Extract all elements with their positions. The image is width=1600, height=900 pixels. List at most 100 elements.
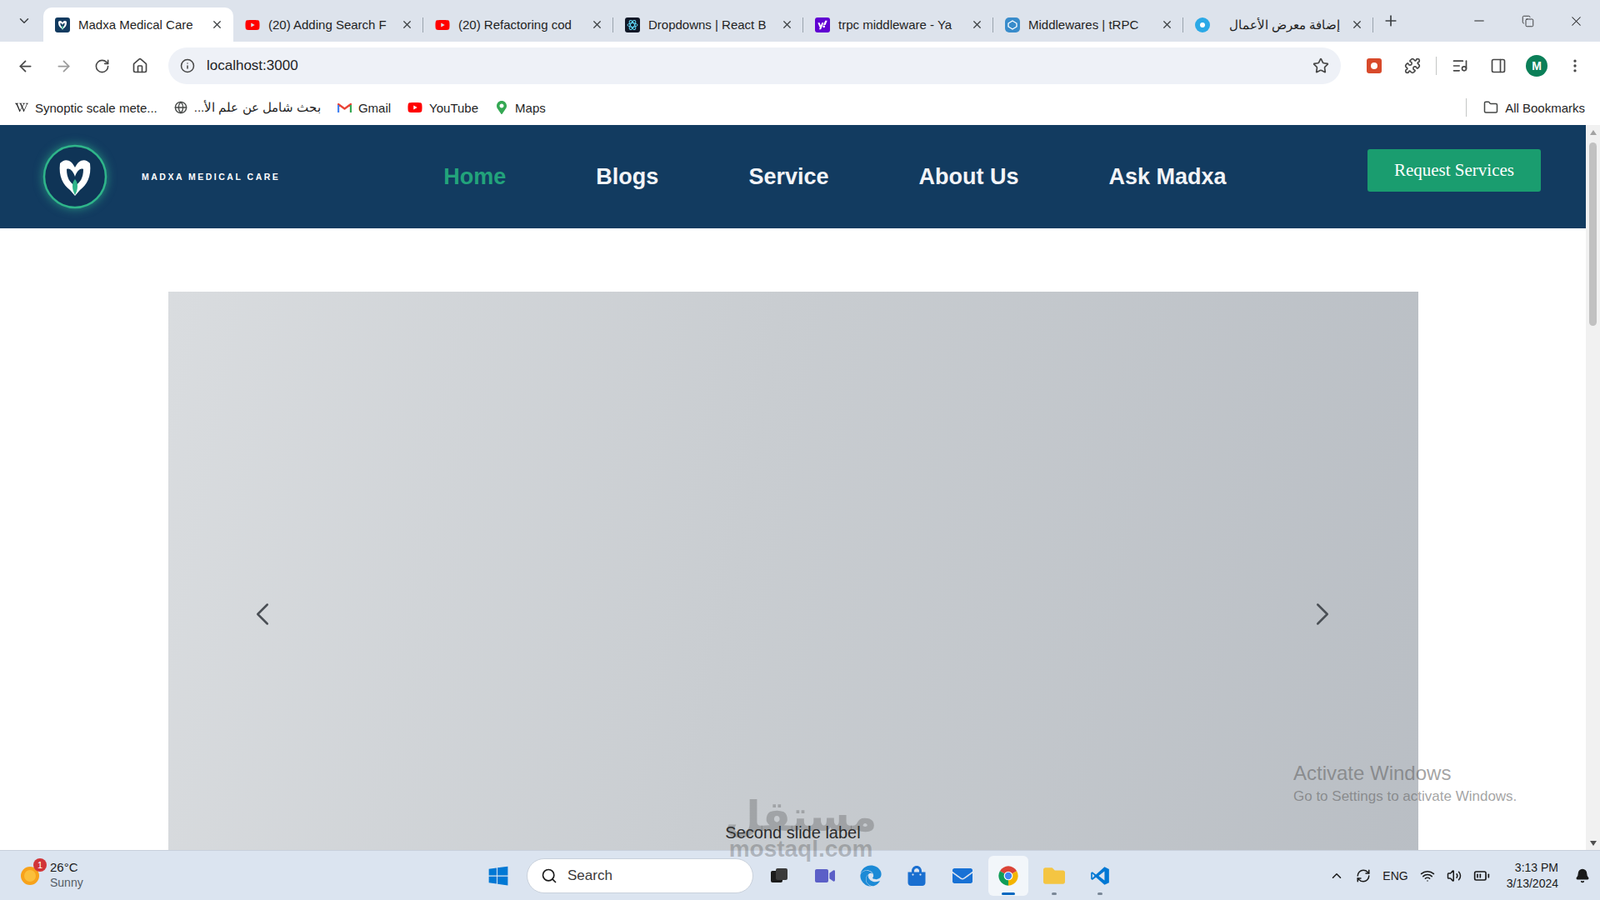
browser-tab[interactable]: (20) Adding Search F bbox=[233, 7, 424, 42]
triangle-down-icon bbox=[1590, 840, 1597, 846]
menu-button[interactable] bbox=[1558, 49, 1592, 83]
show-hidden-icons-icon[interactable] bbox=[1329, 868, 1345, 884]
reload-button[interactable] bbox=[85, 49, 119, 83]
clock[interactable]: 3:13 PM3/13/2024 bbox=[1501, 860, 1564, 892]
taskbar-app[interactable] bbox=[850, 855, 891, 896]
start-button[interactable] bbox=[480, 857, 517, 895]
nav-link[interactable]: Service bbox=[748, 164, 829, 190]
page-viewport: MADXA MEDICAL CARE Home Blogs Service About … bbox=[0, 125, 1600, 850]
page-content: MADXA MEDICAL CARE Home Blogs Service About … bbox=[0, 125, 1586, 850]
browser-tab[interactable]: trpc middleware - Ya bbox=[803, 7, 994, 42]
puzzle-icon bbox=[1404, 57, 1421, 75]
bookmark-label: Maps bbox=[515, 100, 546, 115]
maps-icon bbox=[495, 100, 509, 115]
tab-close-button[interactable] bbox=[398, 16, 415, 34]
url-text: localhost:3000 bbox=[206, 57, 1301, 75]
address-bar[interactable]: localhost:3000 bbox=[168, 47, 1341, 85]
page-scrollbar[interactable] bbox=[1585, 125, 1600, 850]
react-atom-icon bbox=[626, 19, 639, 31]
browser-tab[interactable]: Dropdowns | React B bbox=[613, 7, 804, 42]
new-tab-button[interactable] bbox=[1376, 6, 1405, 35]
close-icon bbox=[400, 18, 414, 31]
browser-tab[interactable]: Madxa Medical Care bbox=[43, 7, 234, 42]
nav-link[interactable]: Ask Madxa bbox=[1108, 164, 1226, 190]
taskbar-app[interactable] bbox=[805, 855, 845, 896]
nav-link[interactable]: Home bbox=[443, 164, 506, 190]
battery-icon[interactable] bbox=[1473, 867, 1490, 885]
browser-tab[interactable]: إضافة معرض الأعمال bbox=[1183, 7, 1374, 42]
hero-carousel: Second slide label bbox=[168, 291, 1419, 850]
scroll-thumb[interactable] bbox=[1589, 142, 1597, 326]
bookmark-item[interactable]: Maps bbox=[488, 97, 553, 119]
toolbar-divider bbox=[1435, 56, 1437, 75]
youtube-icon bbox=[407, 100, 423, 115]
close-icon bbox=[1160, 18, 1174, 31]
tab-search-button[interactable] bbox=[10, 6, 39, 35]
store-icon bbox=[906, 865, 927, 886]
edge-icon bbox=[860, 865, 882, 887]
watermark: مستقلmostaql.com bbox=[725, 795, 878, 861]
taskbar-app[interactable] bbox=[759, 855, 800, 896]
activate-windows-notice: Activate WindowsGo to Settings to activa… bbox=[1293, 761, 1517, 805]
chevron-down-icon bbox=[16, 13, 32, 29]
profile-button[interactable]: M bbox=[1520, 49, 1554, 83]
tab-close-button[interactable] bbox=[968, 16, 985, 34]
browser-tab[interactable]: (20) Refactoring cod bbox=[423, 7, 614, 42]
volume-icon[interactable] bbox=[1446, 868, 1462, 884]
nav-link[interactable]: Blogs bbox=[595, 164, 659, 190]
bookmark-item[interactable]: Synoptic scale mete... bbox=[8, 97, 165, 119]
taskbar-app[interactable] bbox=[1080, 855, 1120, 896]
running-indicator bbox=[1051, 892, 1057, 895]
bookmark-label: Synoptic scale mete... bbox=[35, 100, 158, 115]
minimize-button[interactable] bbox=[1455, 0, 1504, 42]
scroll-up-button[interactable] bbox=[1585, 125, 1600, 140]
site-header: MADXA MEDICAL CARE Home Blogs Service About … bbox=[0, 125, 1586, 229]
nav-link[interactable]: About Us bbox=[918, 164, 1019, 190]
browser-tab[interactable]: Middlewares | tRPC bbox=[993, 7, 1184, 42]
watermark-arabic: مستقل bbox=[725, 795, 878, 838]
arrow-left-icon bbox=[16, 57, 35, 75]
bookmark-item[interactable]: Gmail bbox=[330, 97, 398, 119]
bookmark-star-icon[interactable] bbox=[1312, 57, 1330, 75]
tab-close-button[interactable] bbox=[208, 16, 225, 34]
language-indicator[interactable]: ENG bbox=[1382, 869, 1408, 883]
carousel-next-button[interactable] bbox=[1301, 593, 1344, 635]
forward-button[interactable] bbox=[46, 49, 80, 83]
taskbar-app[interactable] bbox=[1034, 855, 1075, 896]
taskbar-app[interactable] bbox=[942, 855, 983, 896]
scroll-down-button[interactable] bbox=[1585, 835, 1600, 850]
weather-badge: 1 bbox=[33, 858, 47, 872]
watermark-latin: mostaql.com bbox=[729, 837, 874, 861]
tab-close-button[interactable] bbox=[588, 16, 605, 34]
sync-icon[interactable] bbox=[1355, 868, 1371, 884]
trpc-icon bbox=[1005, 17, 1020, 33]
bookmark-item[interactable]: YouTube bbox=[400, 96, 485, 119]
wifi-icon[interactable] bbox=[1420, 868, 1435, 884]
taskbar-app[interactable] bbox=[988, 855, 1029, 896]
side-panel-button[interactable] bbox=[1481, 49, 1515, 83]
taskbar-search[interactable]: Search bbox=[526, 858, 754, 894]
site-brand[interactable]: MADXA MEDICAL CARE bbox=[41, 143, 280, 210]
bookmark-label: Gmail bbox=[358, 100, 391, 115]
restore-button[interactable] bbox=[1503, 0, 1552, 42]
activation-subtitle: Go to Settings to activate Windows. bbox=[1293, 788, 1517, 805]
back-button[interactable] bbox=[8, 49, 42, 83]
bookmark-item[interactable]: بحث شامل عن علم الأ... bbox=[167, 96, 328, 119]
tab-close-button[interactable] bbox=[1158, 16, 1175, 34]
extension-button[interactable] bbox=[1357, 49, 1391, 83]
tab-close-button[interactable] bbox=[778, 16, 795, 34]
media-button[interactable] bbox=[1443, 49, 1477, 83]
weather-widget[interactable]: 126°CSunny bbox=[10, 860, 480, 890]
window-close-button[interactable] bbox=[1551, 0, 1600, 42]
extensions-button[interactable] bbox=[1395, 49, 1430, 83]
home-button[interactable] bbox=[123, 49, 157, 83]
carousel-prev-button[interactable] bbox=[241, 593, 284, 635]
taskbar-app[interactable] bbox=[896, 855, 937, 896]
tab-close-button[interactable] bbox=[1348, 16, 1365, 34]
request-services-button[interactable]: Request Services bbox=[1367, 149, 1541, 192]
madxa-logo-icon bbox=[55, 17, 70, 33]
close-icon bbox=[1350, 18, 1364, 31]
notifications-icon[interactable] bbox=[1575, 868, 1590, 884]
system-tray: ENG 3:13 PM3/13/2024 bbox=[1329, 860, 1590, 892]
all-bookmarks[interactable]: All Bookmarks bbox=[1476, 96, 1592, 119]
